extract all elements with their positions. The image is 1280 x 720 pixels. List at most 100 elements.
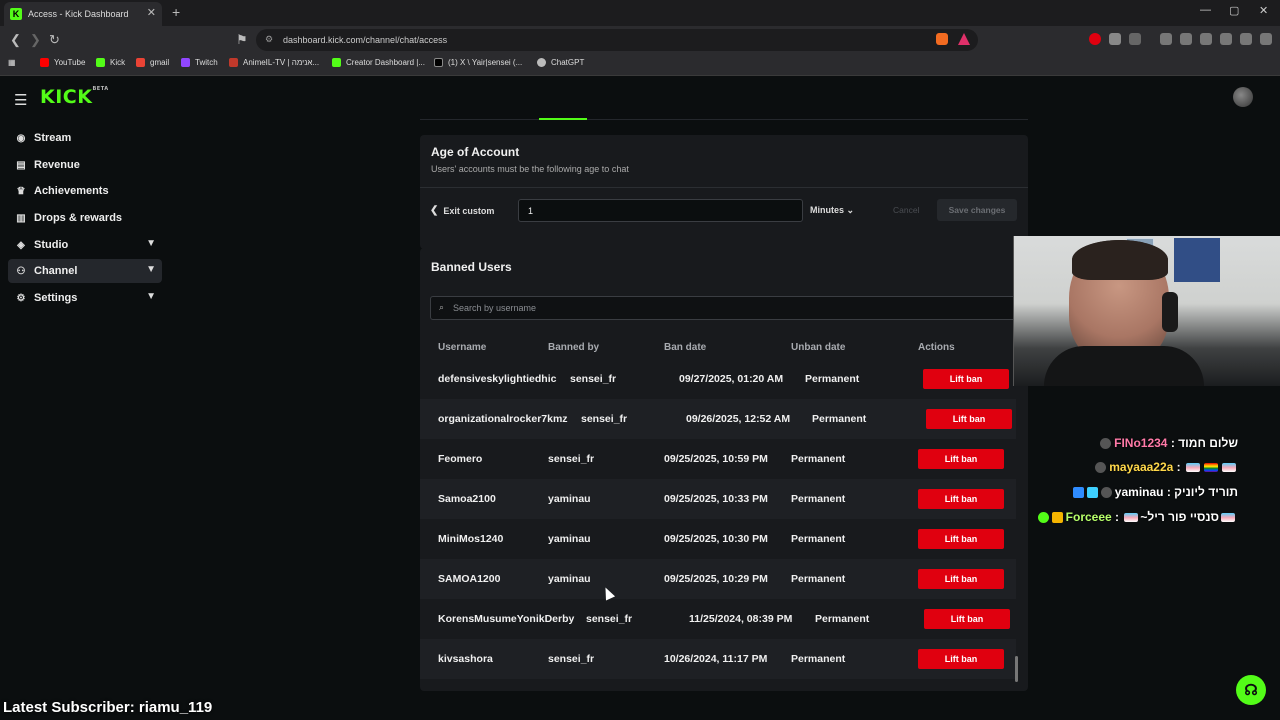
bookmarks-bar: ▦ YouTube Kick gmail Twitch AnimeIL-TV |… [0, 54, 1280, 76]
username-cell: organizationalrocker7kmz [438, 413, 568, 425]
kick-logo[interactable]: KICKBETA [40, 86, 109, 108]
address-bar[interactable]: ⚙ dashboard.kick.com/channel/chat/access [256, 29, 978, 51]
sidebar-icon[interactable] [1180, 33, 1192, 45]
back-icon[interactable]: ❮ [10, 32, 21, 48]
bookmark-twitch[interactable]: Twitch [181, 58, 218, 67]
column-header-unban-date[interactable]: Unban date [791, 342, 845, 353]
browser-tab[interactable]: K Access - Kick Dashboard ✕ [4, 2, 162, 26]
sidebar-item-settings[interactable]: ⚙ Settings ▼ [8, 286, 162, 310]
stream-icon: ◉ [16, 132, 26, 144]
site-info-icon[interactable]: ⚙ [265, 34, 273, 45]
wallet-icon[interactable] [1200, 33, 1212, 45]
column-header-banned-by[interactable]: Banned by [548, 342, 599, 353]
banned-by-cell: sensei_fr [548, 653, 595, 665]
exit-custom-button[interactable]: ❮ Exit custom [430, 205, 494, 216]
extensions-icon[interactable] [1109, 33, 1121, 45]
age-unit-select[interactable]: Minutes ⌄ [810, 205, 854, 216]
unban-date-cell: Permanent [812, 413, 867, 425]
unban-date-cell: Permanent [791, 493, 846, 505]
chatgpt-icon [537, 58, 546, 67]
bookmark-animeil[interactable]: AnimeIL-TV | אנימה... [229, 58, 319, 67]
cancel-button[interactable]: Cancel [893, 205, 919, 215]
media-icon[interactable] [1160, 33, 1172, 45]
search-input[interactable]: ⌕ Search by username [430, 296, 1028, 320]
table-scrollbar[interactable] [1015, 656, 1018, 682]
bookmark-x[interactable]: (1) X \ Yair|sensei (... [434, 58, 522, 67]
sidebar-item-achievements[interactable]: ♛ Achievements [8, 179, 162, 203]
chat-message: mayaaa22a : [1095, 460, 1238, 474]
chat-username: yaminau [1114, 485, 1164, 499]
leo-icon[interactable] [1220, 33, 1232, 45]
support-chat-button[interactable]: ☊ [1236, 675, 1266, 705]
username-cell: kivsashora [438, 653, 493, 665]
bookmark-chatgpt[interactable]: ChatGPT [537, 58, 584, 67]
tabs-underline [420, 118, 1028, 120]
unban-date-cell: Permanent [791, 533, 846, 545]
vpn-icon[interactable] [1240, 33, 1252, 45]
close-tab-icon[interactable]: ✕ [147, 6, 156, 19]
divider [420, 187, 1028, 188]
minimize-icon[interactable]: — [1200, 4, 1211, 16]
sidebar-item-studio[interactable]: ◈ Studio ▼ [8, 233, 162, 257]
age-of-account-title: Age of Account [431, 145, 520, 159]
chat-message: FINo1234 : שלום חמוד [1100, 436, 1238, 450]
settings-icon: ⚙ [16, 292, 26, 304]
sidebar-item-stream[interactable]: ◉ Stream [8, 126, 162, 150]
lift-ban-button[interactable]: Lift ban [918, 449, 1004, 469]
record-extension-icon[interactable] [1089, 33, 1101, 45]
bookmark-kick[interactable]: Kick [96, 58, 125, 67]
restore-icon[interactable]: ▢ [1229, 4, 1239, 17]
moderator-badge-icon [1072, 486, 1084, 498]
lift-ban-button[interactable]: Lift ban [924, 609, 1010, 629]
menu-icon[interactable] [1260, 33, 1272, 45]
lift-ban-button[interactable]: Lift ban [918, 529, 1004, 549]
unban-date-cell: Permanent [791, 453, 846, 465]
close-window-icon[interactable]: ✕ [1259, 4, 1268, 17]
wall-poster [1174, 238, 1220, 282]
browser-toolbar: ❮ ❯ ↻ ⚑ ⚙ dashboard.kick.com/channel/cha… [0, 26, 1280, 54]
bookmark-creator-dashboard[interactable]: Creator Dashboard |... [332, 58, 425, 67]
bookmark-gmail[interactable]: gmail [136, 58, 169, 67]
sidebar-item-channel[interactable]: ⚇ Channel ▼ [8, 259, 162, 283]
reload-icon[interactable]: ↻ [49, 32, 60, 48]
chevron-down-icon: ▼ [146, 264, 156, 275]
studio-icon: ◈ [17, 239, 25, 251]
bookmark-icon[interactable]: ⚑ [236, 32, 248, 48]
lift-ban-button[interactable]: Lift ban [918, 569, 1004, 589]
ban-date-cell: 09/25/2025, 10:59 PM [664, 453, 768, 465]
screenshot-icon[interactable] [1129, 33, 1141, 45]
vip-badge-icon [1086, 486, 1098, 498]
lift-ban-button[interactable]: Lift ban [918, 649, 1004, 669]
banned-by-cell: yaminau [548, 493, 591, 505]
tab-title: Access - Kick Dashboard [28, 9, 129, 19]
column-header-ban-date[interactable]: Ban date [664, 342, 706, 353]
save-changes-button[interactable]: Save changes [937, 199, 1017, 221]
hamburger-menu-icon[interactable]: ☰ [14, 91, 27, 109]
lift-ban-button[interactable]: Lift ban [926, 409, 1012, 429]
lift-ban-button[interactable]: Lift ban [923, 369, 1009, 389]
verified-badge-icon [1037, 511, 1049, 523]
sidebar-item-drops-rewards[interactable]: ▥ Drops & rewards [8, 206, 162, 230]
user-avatar[interactable] [1233, 87, 1253, 107]
table-row: Feomero sensei_fr 09/25/2025, 10:59 PM P… [420, 439, 1016, 479]
apps-icon[interactable]: ▦ [8, 58, 16, 67]
table-row: Samoa2100 yaminau 09/25/2025, 10:33 PM P… [420, 479, 1016, 519]
lift-ban-button[interactable]: Lift ban [918, 489, 1004, 509]
new-tab-button[interactable]: + [172, 4, 180, 20]
table-row: KorensMusumeYonikDerby sensei_fr 11/25/2… [420, 599, 1016, 639]
brave-shield-icon[interactable] [936, 33, 948, 45]
banned-by-cell: sensei_fr [548, 453, 595, 465]
sidebar-item-revenue[interactable]: ▤ Revenue [8, 153, 162, 177]
chat-message: yaminau : תוריד ליוניק [1072, 485, 1238, 499]
table-row: defensiveskylightiedhic sensei_fr 09/27/… [420, 359, 1016, 399]
column-header-username[interactable]: Username [438, 342, 486, 353]
ban-date-cell: 11/25/2024, 08:39 PM [689, 613, 793, 625]
bookmark-youtube[interactable]: YouTube [40, 58, 85, 67]
forward-icon[interactable]: ❯ [30, 32, 41, 48]
banned-users-title: Banned Users [431, 260, 512, 274]
youtube-icon [40, 58, 49, 67]
gmail-icon [136, 58, 145, 67]
account-age-input[interactable]: 1 [518, 199, 803, 222]
username-cell: Samoa2100 [438, 493, 496, 505]
search-icon: ⌕ [439, 302, 445, 312]
